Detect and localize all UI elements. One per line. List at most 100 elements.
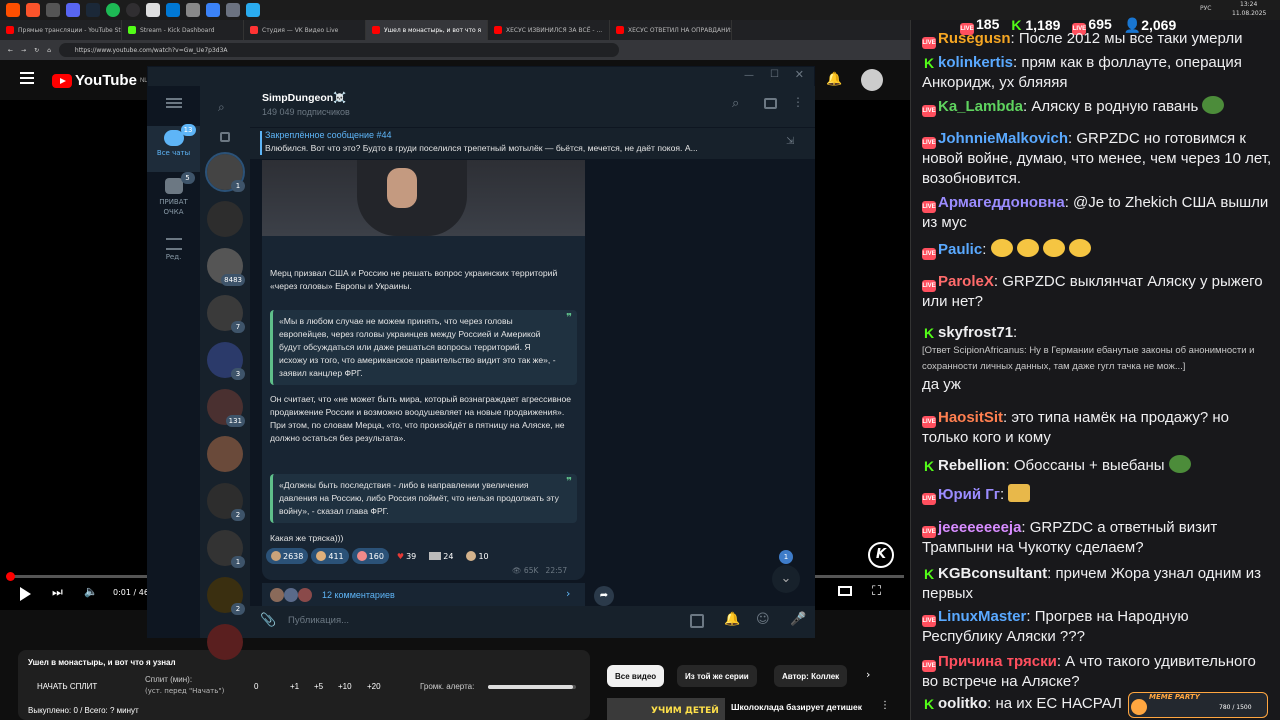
chip-same-series[interactable]: Из той же серии — [677, 665, 757, 687]
chat-username[interactable]: jeeeeeeeeja — [938, 519, 1021, 536]
chat-username[interactable]: Причина тряски — [938, 653, 1057, 670]
chat-list-avatar[interactable] — [207, 201, 243, 237]
menu-icon[interactable] — [20, 72, 34, 84]
search-icon[interactable]: ⌕ — [732, 96, 739, 111]
share-icon[interactable]: ➦ — [594, 586, 614, 606]
chat-username[interactable]: Paulic — [938, 241, 982, 258]
chat-list-avatar[interactable]: 1 — [207, 530, 245, 568]
brave-icon[interactable] — [26, 3, 40, 17]
add-1-button[interactable]: +1 — [290, 682, 299, 691]
chat-username[interactable]: Rusegusn — [938, 30, 1011, 47]
chat-list-avatar[interactable]: 2 — [207, 483, 245, 521]
folder-all-chats[interactable]: 13 Все чаты — [147, 124, 200, 172]
maximize-icon[interactable]: ☐ — [770, 69, 779, 80]
chat-list-avatar[interactable]: 2 — [207, 577, 245, 615]
youtube-logo[interactable]: YouTube NL — [52, 72, 148, 89]
browser-tab[interactable]: Студия — VK Видео Live — [244, 20, 366, 40]
chat-list-avatar[interactable] — [207, 624, 243, 660]
chat-list-avatar[interactable]: 1 — [205, 152, 245, 192]
channel-name[interactable]: SimpDungeon☠️ — [262, 91, 346, 104]
related-video-title[interactable]: Школоклада базирует детишек — [731, 702, 862, 712]
reload-icon[interactable]: ↻ — [34, 47, 39, 54]
browser-tab[interactable]: Ушел в монастырь, и вот что я — [366, 20, 488, 40]
chat-list-avatar[interactable] — [207, 436, 243, 472]
reaction-heart[interactable]: ♥ 39 — [392, 548, 421, 564]
avatar[interactable] — [861, 69, 883, 91]
chat-username[interactable]: LinuxMaster — [938, 608, 1026, 625]
forward-icon[interactable]: → — [21, 47, 26, 54]
comments-bar[interactable]: 12 комментариев › — [262, 582, 585, 606]
chip-all-videos[interactable]: Все видео — [607, 665, 665, 687]
microphone-icon[interactable]: 🎤 — [790, 612, 806, 627]
chevron-right-icon[interactable]: › — [866, 668, 870, 681]
chat-username[interactable]: skyfrost71 — [938, 324, 1013, 341]
add-5-button[interactable]: +5 — [314, 682, 323, 691]
fullscreen-icon[interactable]: ⛶ — [872, 584, 881, 599]
add-20-button[interactable]: +20 — [367, 682, 381, 691]
chat-list-avatar[interactable]: 7 — [207, 295, 245, 333]
chat-username[interactable]: Армагеддоновна — [938, 194, 1065, 211]
theater-mode-icon[interactable] — [838, 586, 852, 596]
emoji-icon[interactable]: ☺ — [756, 612, 770, 627]
browser-tab[interactable]: Stream - Kick Dashboard — [122, 20, 244, 40]
minimize-icon[interactable]: — — [744, 70, 754, 81]
chat-username[interactable]: Юрий Гг — [938, 486, 1000, 503]
steam-icon[interactable] — [86, 3, 100, 17]
clock-date[interactable]: 11.08.2025 — [1232, 10, 1266, 17]
reaction-custom[interactable]: 2638 — [266, 548, 309, 564]
more-options-icon[interactable]: ⋮ — [792, 95, 804, 109]
reaction-custom[interactable]: 160 — [351, 548, 389, 564]
reaction-custom[interactable]: 10 — [461, 548, 493, 564]
keyboard-language[interactable]: РУС — [1200, 5, 1211, 12]
app-icon[interactable] — [146, 3, 160, 17]
pin-list-icon[interactable]: ⇲ — [786, 136, 794, 147]
post-photo[interactable] — [262, 160, 585, 236]
volume-icon[interactable]: 🔈 — [84, 585, 98, 598]
alert-volume-slider[interactable] — [488, 685, 576, 689]
chat-username[interactable]: Ka_Lambda — [938, 98, 1023, 115]
url-field[interactable]: https://www.youtube.com/watch?v=Gw_Ue7p3… — [58, 43, 619, 57]
back-icon[interactable]: ← — [8, 47, 13, 54]
app-icon[interactable] — [226, 3, 240, 17]
chip-author[interactable]: Автор: Коллек — [774, 665, 848, 687]
app-icon[interactable] — [166, 3, 180, 17]
clock-time[interactable]: 13:24 — [1240, 1, 1257, 8]
browser-tab[interactable]: ХЕСУС ИЗВИНИЛСЯ ЗА ВСЁ - ... — [488, 20, 610, 40]
sidebar-toggle-icon[interactable] — [764, 98, 777, 109]
chat-username[interactable]: ParoleX — [938, 273, 994, 290]
pinned-message-bar[interactable]: Закреплённое сообщение #44 Влюбился. Вот… — [250, 128, 815, 160]
folder-private[interactable]: 5 ПРИВАТ ОЧКА — [147, 172, 200, 224]
attach-icon[interactable]: 📎 — [260, 613, 276, 628]
chat-username[interactable]: HaositSit — [938, 409, 1003, 426]
home-icon[interactable]: ⌂ — [47, 47, 51, 54]
more-options-icon[interactable]: ⋮ — [880, 700, 890, 711]
archive-icon[interactable] — [220, 132, 230, 142]
app-icon[interactable] — [186, 3, 200, 17]
chat-username[interactable]: oolitko — [938, 695, 987, 712]
scroll-down-icon[interactable]: ⌄ — [772, 565, 800, 593]
start-split-button[interactable]: НАЧАТЬ СПЛИТ — [37, 682, 97, 691]
add-10-button[interactable]: +10 — [338, 682, 352, 691]
tray-app-icon[interactable] — [6, 3, 20, 17]
play-icon[interactable] — [20, 587, 31, 601]
spotify-icon[interactable] — [106, 3, 120, 17]
chat-username[interactable]: kolinkertis — [938, 54, 1013, 71]
telegram-icon[interactable] — [246, 3, 260, 17]
chat-list-avatar[interactable]: 8483 — [207, 248, 245, 286]
chat-list-avatar[interactable]: 3 — [207, 342, 245, 380]
discord-icon[interactable] — [66, 3, 80, 17]
obs-icon[interactable] — [126, 3, 140, 17]
browser-tab[interactable]: ХЕСУС ОТВЕТИЛ НА ОПРАВДАНИЯ — [610, 20, 732, 40]
next-icon[interactable]: ⏭ — [52, 585, 63, 600]
reaction-custom[interactable]: 411 — [311, 548, 349, 564]
chat-username[interactable]: KGBconsultant — [938, 565, 1047, 582]
schedule-icon[interactable] — [690, 614, 704, 628]
notifications-icon[interactable]: 🔔 — [826, 72, 842, 87]
chat-username[interactable]: JohnnieMalkovich — [938, 130, 1068, 147]
folder-edit[interactable]: Ред. — [147, 238, 200, 261]
bell-icon[interactable]: 🔔 — [724, 612, 740, 627]
browser-tab[interactable]: Прямые трансляции - YouTube Stu — [0, 20, 122, 40]
search-icon[interactable]: ⌕ — [218, 100, 225, 115]
mail-icon[interactable] — [46, 3, 60, 17]
scrubber-handle[interactable] — [6, 572, 15, 581]
